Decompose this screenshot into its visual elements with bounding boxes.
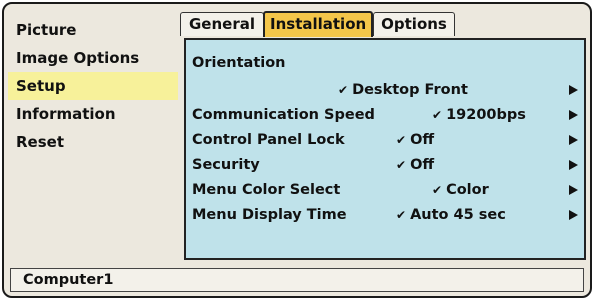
check-icon: ✔: [396, 158, 407, 172]
sidebar-item-picture[interactable]: Picture: [8, 16, 178, 44]
setting-value: ✔ Off: [396, 132, 435, 148]
arrow-right-icon[interactable]: [569, 160, 578, 170]
input-source-label: Computer1: [23, 272, 114, 288]
sidebar-item-reset[interactable]: Reset: [8, 128, 178, 156]
check-icon: ✔: [396, 133, 407, 147]
menu-window: Picture Image Options Setup Information …: [2, 2, 592, 298]
setting-value: ✔ Auto 45 sec: [396, 207, 506, 223]
orientation-value-row[interactable]: ✔ Desktop Front: [186, 79, 584, 101]
sidebar-item-setup[interactable]: Setup: [8, 72, 178, 100]
sidebar-item-information[interactable]: Information: [8, 100, 178, 128]
settings-panel: Orientation ✔ Desktop Front Communication…: [184, 38, 586, 260]
setting-value: ✔ 19200bps: [432, 107, 526, 123]
tab-installation[interactable]: Installation: [263, 11, 373, 37]
arrow-right-icon[interactable]: [569, 185, 578, 195]
tab-general[interactable]: General: [180, 12, 264, 36]
orientation-value: ✔ Desktop Front: [338, 82, 468, 98]
check-icon: ✔: [396, 208, 407, 222]
setting-row-menu-display-time[interactable]: Menu Display Time ✔ Auto 45 sec: [186, 204, 584, 226]
check-icon: ✔: [432, 108, 443, 122]
setting-value: ✔ Color: [432, 182, 489, 198]
setting-row-communication-speed[interactable]: Communication Speed ✔ 19200bps: [186, 104, 584, 126]
arrow-right-icon[interactable]: [569, 135, 578, 145]
check-icon: ✔: [338, 83, 349, 97]
setting-row-security[interactable]: Security ✔ Off: [186, 154, 584, 176]
tab-options[interactable]: Options: [373, 12, 455, 36]
arrow-right-icon[interactable]: [569, 110, 578, 120]
sidebar: Picture Image Options Setup Information …: [8, 16, 178, 156]
sidebar-item-image-options[interactable]: Image Options: [8, 44, 178, 72]
setting-label: Security: [192, 157, 260, 173]
setting-label: Control Panel Lock: [192, 132, 345, 148]
arrow-right-icon[interactable]: [569, 210, 578, 220]
setting-label: Communication Speed: [192, 107, 375, 123]
status-bar: Computer1: [10, 268, 584, 292]
setting-label: Menu Display Time: [192, 207, 347, 223]
setting-row-menu-color-select[interactable]: Menu Color Select ✔ Color: [186, 179, 584, 201]
arrow-right-icon[interactable]: [569, 85, 578, 95]
setting-value: ✔ Off: [396, 157, 435, 173]
orientation-label: Orientation: [192, 55, 286, 71]
orientation-row[interactable]: Orientation: [186, 52, 584, 74]
setting-label: Menu Color Select: [192, 182, 341, 198]
check-icon: ✔: [432, 183, 443, 197]
setting-row-control-panel-lock[interactable]: Control Panel Lock ✔ Off: [186, 129, 584, 151]
